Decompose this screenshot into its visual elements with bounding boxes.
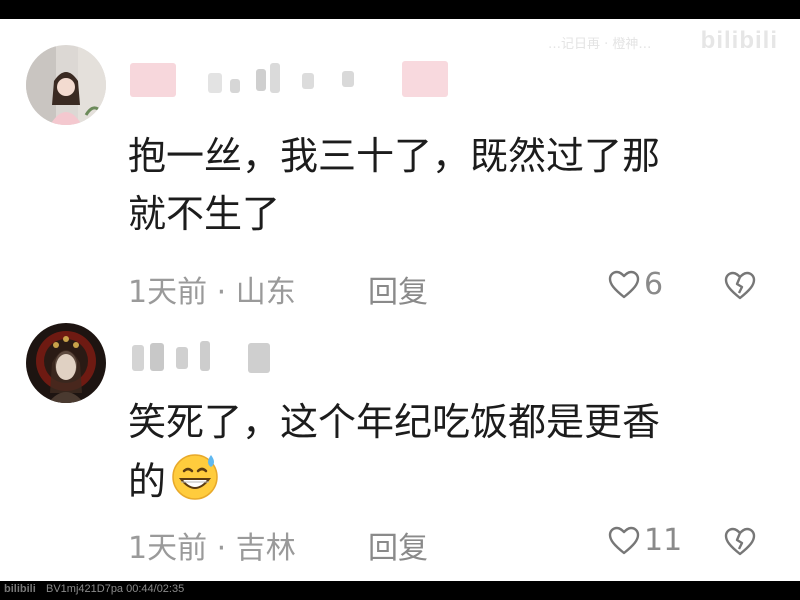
comment-text: 笑死了，这个年纪吃饭都是更香 的 bbox=[128, 393, 768, 517]
bilibili-watermark: bilibili bbox=[700, 27, 778, 54]
dislike-button[interactable] bbox=[724, 271, 756, 309]
watermark-overlay-text: …记日再 · 橙神… bbox=[548, 37, 652, 52]
comment-meta: 1天前 · 山东 回复 6 bbox=[128, 267, 768, 310]
heart-icon bbox=[608, 526, 640, 554]
comment-time-location: 1天前 · 吉林 bbox=[128, 531, 296, 566]
broken-heart-icon bbox=[724, 271, 756, 300]
dislike-button[interactable] bbox=[724, 527, 756, 565]
avatar[interactable] bbox=[26, 323, 106, 403]
like-count: 11 bbox=[644, 523, 683, 558]
grinning-sweat-emoji bbox=[170, 451, 220, 517]
comment-meta: 1天前 · 吉林 回复 11 bbox=[128, 523, 768, 566]
broken-heart-icon bbox=[724, 527, 756, 556]
comment-time-location: 1天前 · 山东 bbox=[128, 275, 296, 310]
avatar[interactable] bbox=[26, 45, 106, 125]
reply-button[interactable]: 回复 bbox=[368, 523, 428, 567]
comment-text: 抱一丝，我三十了，既然过了那 就不生了 bbox=[128, 134, 661, 236]
reply-button[interactable]: 回复 bbox=[368, 267, 428, 311]
username-blurred[interactable] bbox=[130, 337, 490, 377]
heart-icon bbox=[608, 270, 640, 298]
video-info-bar: bilibili BV1mj421D7pa 00:44/02:35 bbox=[0, 581, 800, 600]
username-blurred[interactable] bbox=[130, 59, 490, 99]
comment-list: bilibili …记日再 · 橙神… 抱一丝，我三十了，既然过了那 就不生了 … bbox=[0, 19, 800, 581]
like-button[interactable]: 11 bbox=[608, 523, 682, 558]
like-button[interactable]: 6 bbox=[608, 267, 663, 302]
bilibili-logo: bilibili bbox=[4, 583, 36, 595]
video-id-timestamp: BV1mj421D7pa 00:44/02:35 bbox=[46, 583, 185, 595]
like-count: 6 bbox=[644, 267, 664, 302]
